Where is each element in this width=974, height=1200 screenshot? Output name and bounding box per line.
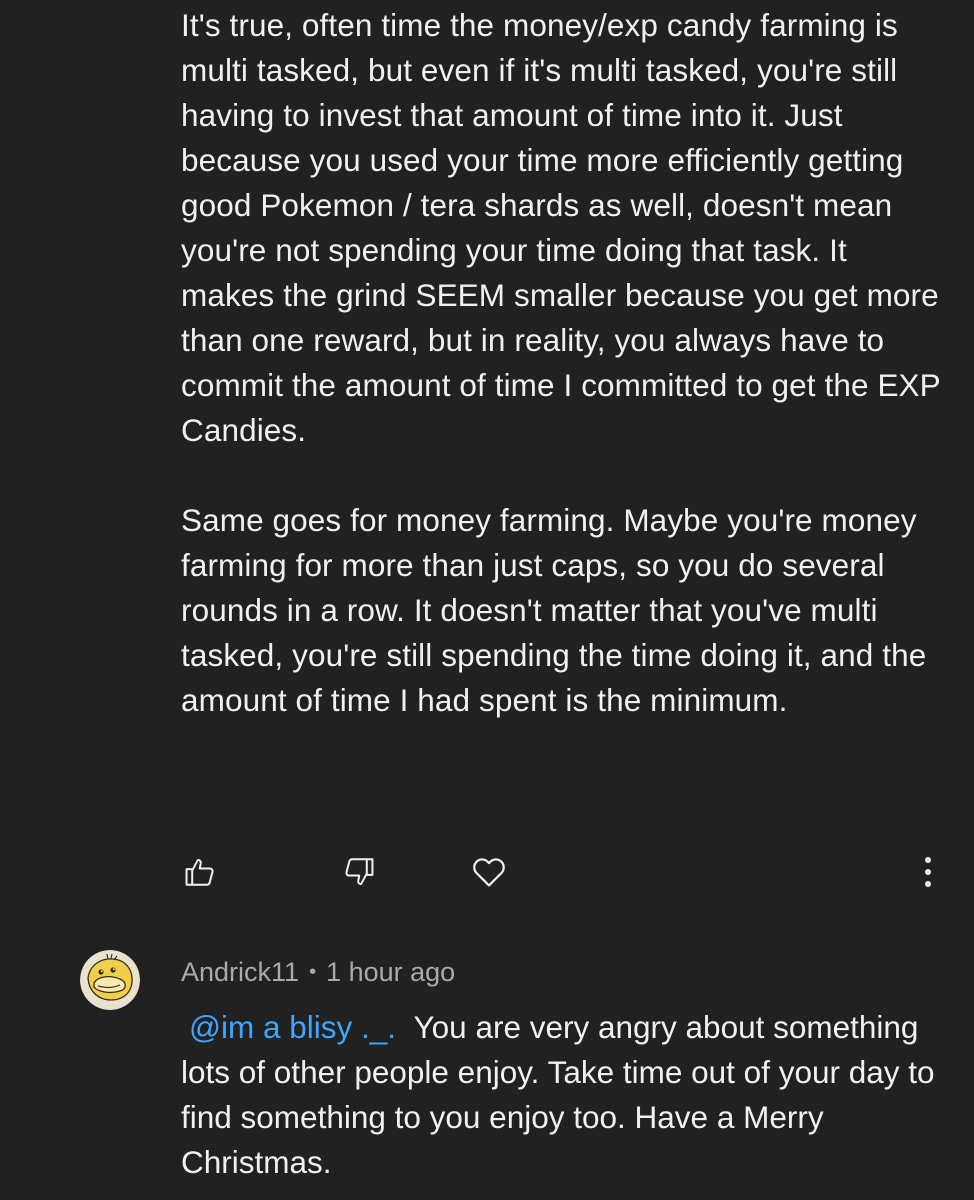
- thumbs-down-icon: [345, 858, 374, 886]
- comment-action-bar: [0, 850, 974, 894]
- reply-meta: Andrick11 • 1 hour ago: [181, 953, 455, 994]
- comment-body: It's true, often time the money/exp cand…: [181, 3, 941, 723]
- like-button[interactable]: [178, 850, 222, 894]
- meta-separator: •: [309, 961, 317, 983]
- reply-body: @im a blisy ._. You are very angry about…: [181, 1005, 941, 1185]
- comment-paragraph-2: Same goes for money farming. Maybe you'r…: [181, 502, 927, 718]
- thumbs-up-icon: [185, 858, 214, 886]
- reply-timestamp: 1 hour ago: [326, 957, 456, 987]
- reply-author[interactable]: Andrick11: [181, 957, 299, 987]
- more-options-button[interactable]: [906, 850, 950, 894]
- dislike-button[interactable]: [337, 850, 381, 894]
- psyduck-avatar-icon: [80, 950, 140, 1010]
- heart-icon: [473, 858, 505, 887]
- avatar[interactable]: [80, 950, 140, 1010]
- heart-button[interactable]: [467, 850, 511, 894]
- comment-paragraph-1: It's true, often time the money/exp cand…: [181, 7, 941, 448]
- more-vertical-icon: [925, 857, 931, 887]
- mention-link[interactable]: @im a blisy ._.: [189, 1009, 396, 1045]
